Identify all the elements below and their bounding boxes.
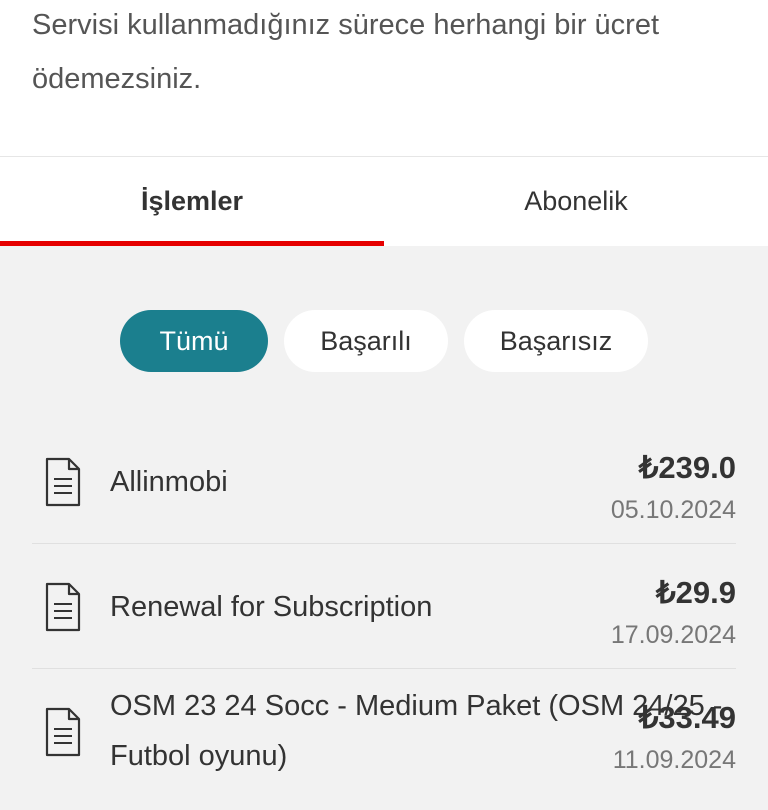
filter-chip-successful[interactable]: Başarılı	[284, 310, 448, 372]
transaction-row[interactable]: Renewal for Subscription ₺29.9 17.09.202…	[32, 545, 736, 669]
filter-chip-all[interactable]: Tümü	[120, 310, 268, 372]
tab-bar: İşlemler Abonelik	[0, 157, 768, 246]
info-text: Servisi kullanmadığınız sürece herhangi …	[32, 9, 660, 95]
transaction-row[interactable]: OSM 23 24 Socc - Medium Paket (OSM 24/25…	[32, 670, 736, 810]
transaction-amount: ₺29.9	[655, 575, 736, 610]
row-divider	[32, 668, 736, 669]
info-panel: Servisi kullanmadığınız sürece herhangi …	[0, 0, 768, 157]
row-divider	[32, 543, 736, 544]
transaction-title: Allinmobi	[110, 466, 228, 498]
tab-islemler-label: İşlemler	[140, 186, 244, 216]
filter-chip-all-label: Tümü	[159, 325, 229, 356]
transaction-amount: ₺239.0	[638, 450, 736, 485]
transaction-row[interactable]: Allinmobi ₺239.0 05.10.2024	[32, 420, 736, 544]
transaction-date: 11.09.2024	[612, 746, 736, 774]
tab-islemler[interactable]: İşlemler	[0, 157, 384, 246]
filter-chip-failed[interactable]: Başarısız	[464, 310, 648, 372]
tab-abonelik[interactable]: Abonelik	[384, 157, 768, 246]
document-icon	[45, 582, 81, 632]
transaction-amount: ₺33.49	[638, 700, 736, 735]
filter-chip-failed-label: Başarısız	[499, 325, 613, 356]
filter-chip-successful-label: Başarılı	[320, 325, 412, 356]
document-icon	[45, 707, 81, 757]
transaction-date: 17.09.2024	[610, 621, 736, 649]
filter-chips: Tümü Başarılı Başarısız	[0, 310, 768, 372]
active-tab-indicator	[0, 241, 384, 246]
transaction-title: Renewal for Subscription	[110, 591, 433, 623]
transaction-date: 05.10.2024	[610, 496, 736, 524]
document-icon	[45, 457, 81, 507]
tab-abonelik-label: Abonelik	[524, 186, 628, 216]
